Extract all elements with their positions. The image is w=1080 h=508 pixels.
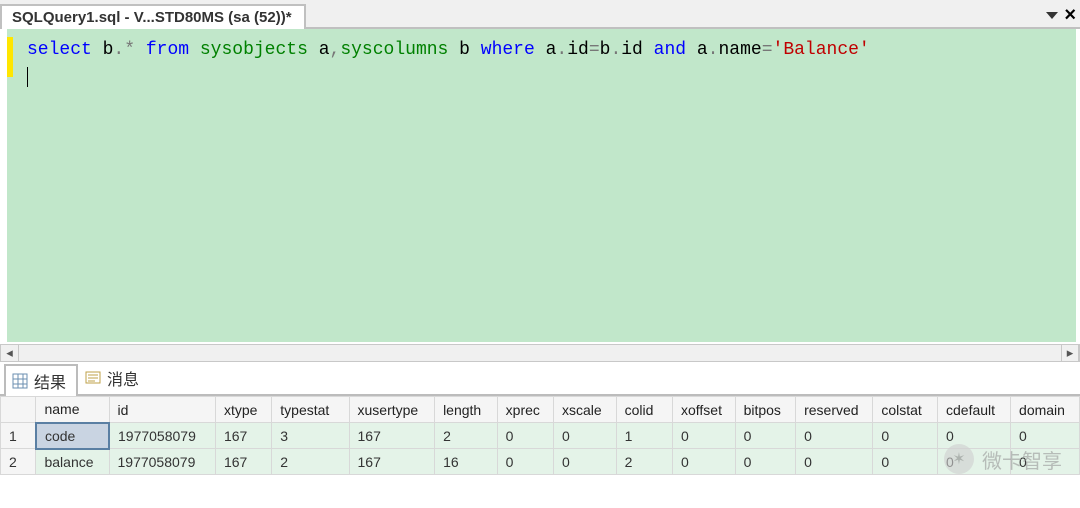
cell-xscale[interactable]: 0 (554, 449, 617, 475)
editor-hscrollbar[interactable]: ◂ ▸ (0, 344, 1080, 362)
cell-length[interactable]: 16 (435, 449, 498, 475)
cell-typestat[interactable]: 3 (272, 423, 349, 449)
document-tabbar: SQLQuery1.sql - V...STD80MS (sa (52))* × (0, 0, 1080, 29)
results-tabstrip: 结果 消息 (0, 368, 1080, 396)
cell-xprec[interactable]: 0 (497, 449, 553, 475)
sql-editor[interactable]: select b.* from sysobjects a,syscolumns … (0, 29, 1080, 344)
sql-line-1: select b.* from sysobjects a,syscolumns … (27, 37, 1056, 64)
col-typestat[interactable]: typestat (272, 397, 349, 423)
grid-icon (12, 373, 28, 389)
cell-colstat[interactable]: 0 (873, 449, 938, 475)
tabbar-controls: × (1046, 5, 1080, 27)
cell-domain[interactable]: 0 (1011, 423, 1080, 449)
col-xusertype[interactable]: xusertype (349, 397, 435, 423)
results-grid-wrap: name id xtype typestat xusertype length … (0, 396, 1080, 475)
results-grid[interactable]: name id xtype typestat xusertype length … (0, 396, 1080, 475)
col-bitpos[interactable]: bitpos (735, 397, 796, 423)
cell-xusertype[interactable]: 167 (349, 423, 435, 449)
scroll-right-icon[interactable]: ▸ (1061, 345, 1079, 361)
document-tab[interactable]: SQLQuery1.sql - V...STD80MS (sa (52))* (0, 4, 306, 29)
document-tab-title: SQLQuery1.sql - V...STD80MS (sa (52))* (12, 9, 292, 26)
editor-wrap: select b.* from sysobjects a,syscolumns … (0, 29, 1080, 362)
row-header[interactable]: 2 (1, 449, 36, 475)
table-row[interactable]: 2balance1977058079167216716002000000 (1, 449, 1080, 475)
cell-id[interactable]: 1977058079 (109, 449, 215, 475)
col-colid[interactable]: colid (616, 397, 672, 423)
change-marker (7, 37, 13, 77)
cell-cdefault[interactable]: 0 (938, 449, 1011, 475)
cell-colid[interactable]: 2 (616, 449, 672, 475)
messages-icon (85, 370, 101, 386)
cell-bitpos[interactable]: 0 (735, 423, 796, 449)
dropdown-icon[interactable] (1046, 12, 1058, 19)
table-row[interactable]: 1code197705807916731672001000000 (1, 423, 1080, 449)
cell-name[interactable]: balance (36, 449, 109, 475)
cell-xtype[interactable]: 167 (215, 449, 271, 475)
col-xscale[interactable]: xscale (554, 397, 617, 423)
col-xtype[interactable]: xtype (215, 397, 271, 423)
col-xprec[interactable]: xprec (497, 397, 553, 423)
col-id[interactable]: id (109, 397, 215, 423)
cell-reserved[interactable]: 0 (796, 449, 873, 475)
cell-xprec[interactable]: 0 (497, 423, 553, 449)
col-length[interactable]: length (435, 397, 498, 423)
cell-reserved[interactable]: 0 (796, 423, 873, 449)
cell-domain[interactable]: 0 (1011, 449, 1080, 475)
cell-xoffset[interactable]: 0 (672, 449, 735, 475)
app-root: { "tab": { "title": "SQLQuery1.sql - V..… (0, 0, 1080, 508)
text-cursor (27, 67, 28, 87)
cell-length[interactable]: 2 (435, 423, 498, 449)
tab-messages-label: 消息 (107, 366, 139, 390)
cell-xtype[interactable]: 167 (215, 423, 271, 449)
col-reserved[interactable]: reserved (796, 397, 873, 423)
sql-line-2 (27, 64, 1056, 91)
col-xoffset[interactable]: xoffset (672, 397, 735, 423)
col-name[interactable]: name (36, 397, 109, 423)
cell-id[interactable]: 1977058079 (109, 423, 215, 449)
cell-name[interactable]: code (36, 423, 109, 449)
tab-results[interactable]: 结果 (4, 364, 78, 396)
cell-xoffset[interactable]: 0 (672, 423, 735, 449)
cell-colstat[interactable]: 0 (873, 423, 938, 449)
tab-messages[interactable]: 消息 (78, 362, 150, 394)
cell-cdefault[interactable]: 0 (938, 423, 1011, 449)
grid-corner[interactable] (1, 397, 36, 423)
cell-colid[interactable]: 1 (616, 423, 672, 449)
grid-header-row: name id xtype typestat xusertype length … (1, 397, 1080, 423)
col-domain[interactable]: domain (1011, 397, 1080, 423)
close-icon[interactable]: × (1064, 5, 1076, 25)
col-cdefault[interactable]: cdefault (938, 397, 1011, 423)
cell-typestat[interactable]: 2 (272, 449, 349, 475)
cell-xscale[interactable]: 0 (554, 423, 617, 449)
cell-xusertype[interactable]: 167 (349, 449, 435, 475)
row-header[interactable]: 1 (1, 423, 36, 449)
tab-results-label: 结果 (34, 369, 66, 393)
col-colstat[interactable]: colstat (873, 397, 938, 423)
cell-bitpos[interactable]: 0 (735, 449, 796, 475)
scroll-left-icon[interactable]: ◂ (1, 345, 19, 361)
